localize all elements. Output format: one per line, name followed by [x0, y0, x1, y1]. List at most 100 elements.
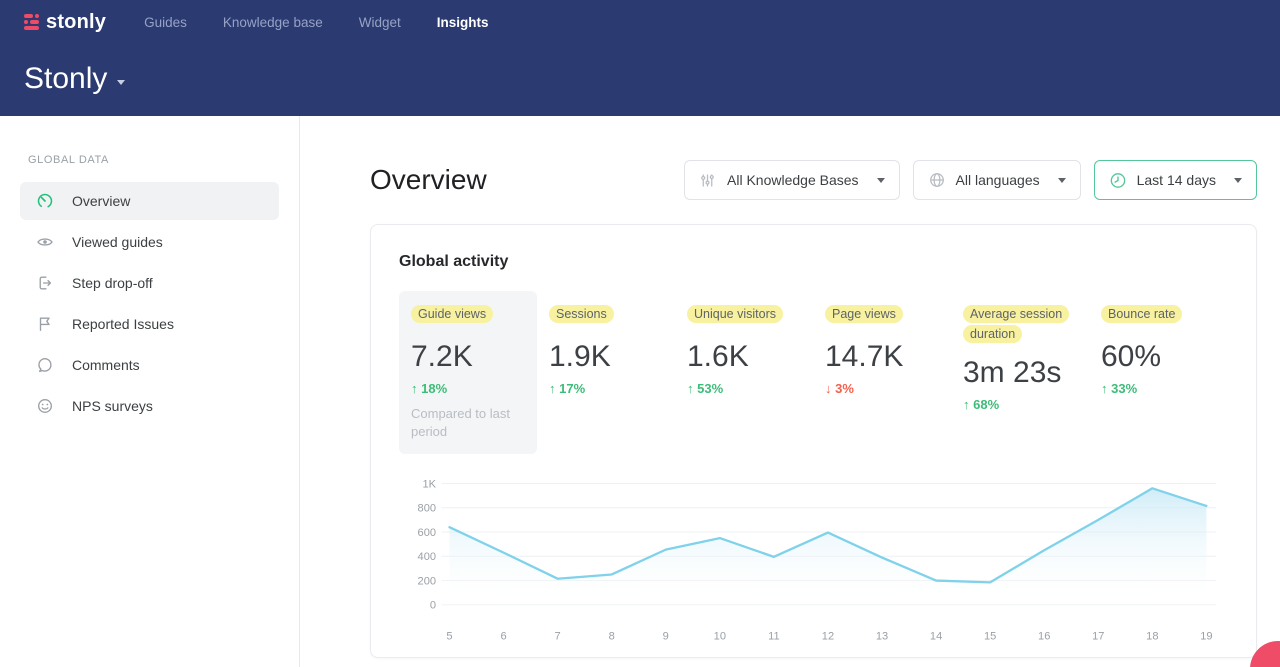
svg-text:13: 13 — [876, 631, 888, 643]
metric-value: 60% — [1101, 340, 1217, 374]
step-exit-icon — [36, 274, 54, 292]
sidebar-item-step-drop-off[interactable]: Step drop-off — [20, 264, 279, 302]
metric-value: 14.7K — [825, 340, 941, 374]
sidebar-item-comments[interactable]: Comments — [20, 346, 279, 384]
sidebar-item-label: Viewed guides — [72, 234, 163, 250]
metric-unique-visitors[interactable]: Unique visitors 1.6K ↑ 53% — [675, 291, 813, 454]
sidebar-item-nps-surveys[interactable]: NPS surveys — [20, 387, 279, 425]
svg-text:1K: 1K — [422, 479, 436, 491]
svg-text:14: 14 — [930, 631, 942, 643]
svg-text:400: 400 — [418, 552, 436, 564]
knowledge-bases-filter-value: All Knowledge Bases — [727, 172, 859, 188]
sidebar-item-label: Overview — [72, 193, 130, 209]
workspace-title: Stonly — [24, 62, 107, 96]
svg-text:6: 6 — [500, 631, 506, 643]
svg-text:600: 600 — [418, 527, 436, 539]
comment-icon — [36, 356, 54, 374]
metric-label: Sessions — [549, 305, 614, 323]
gauge-icon — [36, 192, 54, 210]
languages-filter[interactable]: All languages — [913, 160, 1081, 200]
sidebar-item-label: Comments — [72, 357, 140, 373]
page-title: Overview — [370, 164, 487, 196]
metric-delta: ↑ 33% — [1101, 381, 1217, 396]
chevron-down-icon — [1234, 178, 1242, 183]
top-navigation: stonly Guides Knowledge base Widget Insi… — [24, 0, 1256, 40]
nav-items: Guides Knowledge base Widget Insights — [144, 15, 488, 30]
flag-icon — [36, 315, 54, 333]
nav-item-widget[interactable]: Widget — [359, 15, 401, 30]
workspace-selector[interactable]: Stonly — [24, 62, 1256, 96]
metric-page-views[interactable]: Page views 14.7K ↓ 3% — [813, 291, 951, 454]
metric-label: Average session duration — [963, 305, 1069, 343]
date-range-filter[interactable]: Last 14 days — [1094, 160, 1257, 200]
smiley-icon — [36, 397, 54, 415]
svg-text:19: 19 — [1200, 631, 1212, 643]
sidebar-item-label: Step drop-off — [72, 275, 153, 291]
sidebar-item-reported-issues[interactable]: Reported Issues — [20, 305, 279, 343]
globe-icon — [928, 171, 946, 189]
svg-text:0: 0 — [430, 600, 436, 612]
metric-sessions[interactable]: Sessions 1.9K ↑ 17% — [537, 291, 675, 454]
svg-text:7: 7 — [555, 631, 561, 643]
metric-guide-views[interactable]: Guide views 7.2K ↑ 18% Compared to last … — [399, 291, 537, 454]
svg-text:10: 10 — [714, 631, 726, 643]
svg-text:18: 18 — [1146, 631, 1158, 643]
svg-text:800: 800 — [418, 503, 436, 515]
svg-text:200: 200 — [418, 576, 436, 588]
global-activity-card: Global activity Guide views 7.2K ↑ 18% C… — [370, 224, 1257, 658]
sidebar-item-label: Reported Issues — [72, 316, 174, 332]
knowledge-bases-filter[interactable]: All Knowledge Bases — [684, 160, 900, 200]
svg-text:5: 5 — [446, 631, 452, 643]
svg-text:8: 8 — [609, 631, 615, 643]
sidebar-section-label: GLOBAL DATA — [20, 154, 279, 166]
metric-label: Page views — [825, 305, 903, 323]
metric-note: Compared to last period — [411, 405, 527, 441]
chevron-down-icon — [877, 178, 885, 183]
svg-text:12: 12 — [822, 631, 834, 643]
arrow-up-icon: ↑ — [411, 381, 418, 396]
arrow-up-icon: ↑ — [1101, 381, 1108, 396]
date-range-filter-value: Last 14 days — [1137, 172, 1216, 188]
metric-bounce-rate[interactable]: Bounce rate 60% ↑ 33% — [1089, 291, 1227, 454]
metric-value: 3m 23s — [963, 356, 1079, 390]
metric-value: 1.6K — [687, 340, 803, 374]
metric-delta: ↑ 18% — [411, 381, 527, 396]
activity-area-chart[interactable]: 02004006008001K5678910111213141516171819 — [399, 470, 1228, 652]
nav-item-knowledge-base[interactable]: Knowledge base — [223, 15, 323, 30]
filters: All Knowledge Bases All languages Last 1… — [684, 160, 1257, 200]
metric-value: 1.9K — [549, 340, 665, 374]
sidebar-item-label: NPS surveys — [72, 398, 153, 414]
stonly-logo[interactable]: stonly — [24, 11, 106, 34]
card-title: Global activity — [399, 253, 1228, 271]
svg-text:17: 17 — [1092, 631, 1104, 643]
arrow-up-icon: ↑ — [687, 381, 694, 396]
nav-item-guides[interactable]: Guides — [144, 15, 187, 30]
arrow-up-icon: ↑ — [549, 381, 556, 396]
metric-delta: ↓ 3% — [825, 381, 941, 396]
metric-label: Unique visitors — [687, 305, 783, 323]
arrow-down-icon: ↓ — [825, 381, 832, 396]
svg-text:9: 9 — [663, 631, 669, 643]
stonly-logo-icon — [24, 14, 39, 30]
metric-label: Bounce rate — [1101, 305, 1182, 323]
nav-item-insights[interactable]: Insights — [437, 15, 489, 30]
metric-delta: ↑ 17% — [549, 381, 665, 396]
languages-filter-value: All languages — [956, 172, 1040, 188]
arrow-up-icon: ↑ — [963, 397, 970, 412]
clock-icon — [1109, 171, 1127, 189]
metric-label: Guide views — [411, 305, 493, 323]
brand-name: stonly — [46, 11, 106, 34]
metric-delta: ↑ 53% — [687, 381, 803, 396]
metrics-row: Guide views 7.2K ↑ 18% Compared to last … — [399, 291, 1228, 454]
sidebar-item-viewed-guides[interactable]: Viewed guides — [20, 223, 279, 261]
sliders-icon — [699, 171, 717, 189]
eye-icon — [36, 233, 54, 251]
svg-text:16: 16 — [1038, 631, 1050, 643]
sidebar: GLOBAL DATA Overview Viewed guides Step … — [0, 116, 300, 667]
metric-value: 7.2K — [411, 340, 527, 374]
metric-avg-session-duration[interactable]: Average session duration 3m 23s ↑ 68% — [951, 291, 1089, 454]
metric-delta: ↑ 68% — [963, 397, 1079, 412]
svg-text:15: 15 — [984, 631, 996, 643]
sidebar-item-overview[interactable]: Overview — [20, 182, 279, 220]
chevron-down-icon — [1058, 178, 1066, 183]
